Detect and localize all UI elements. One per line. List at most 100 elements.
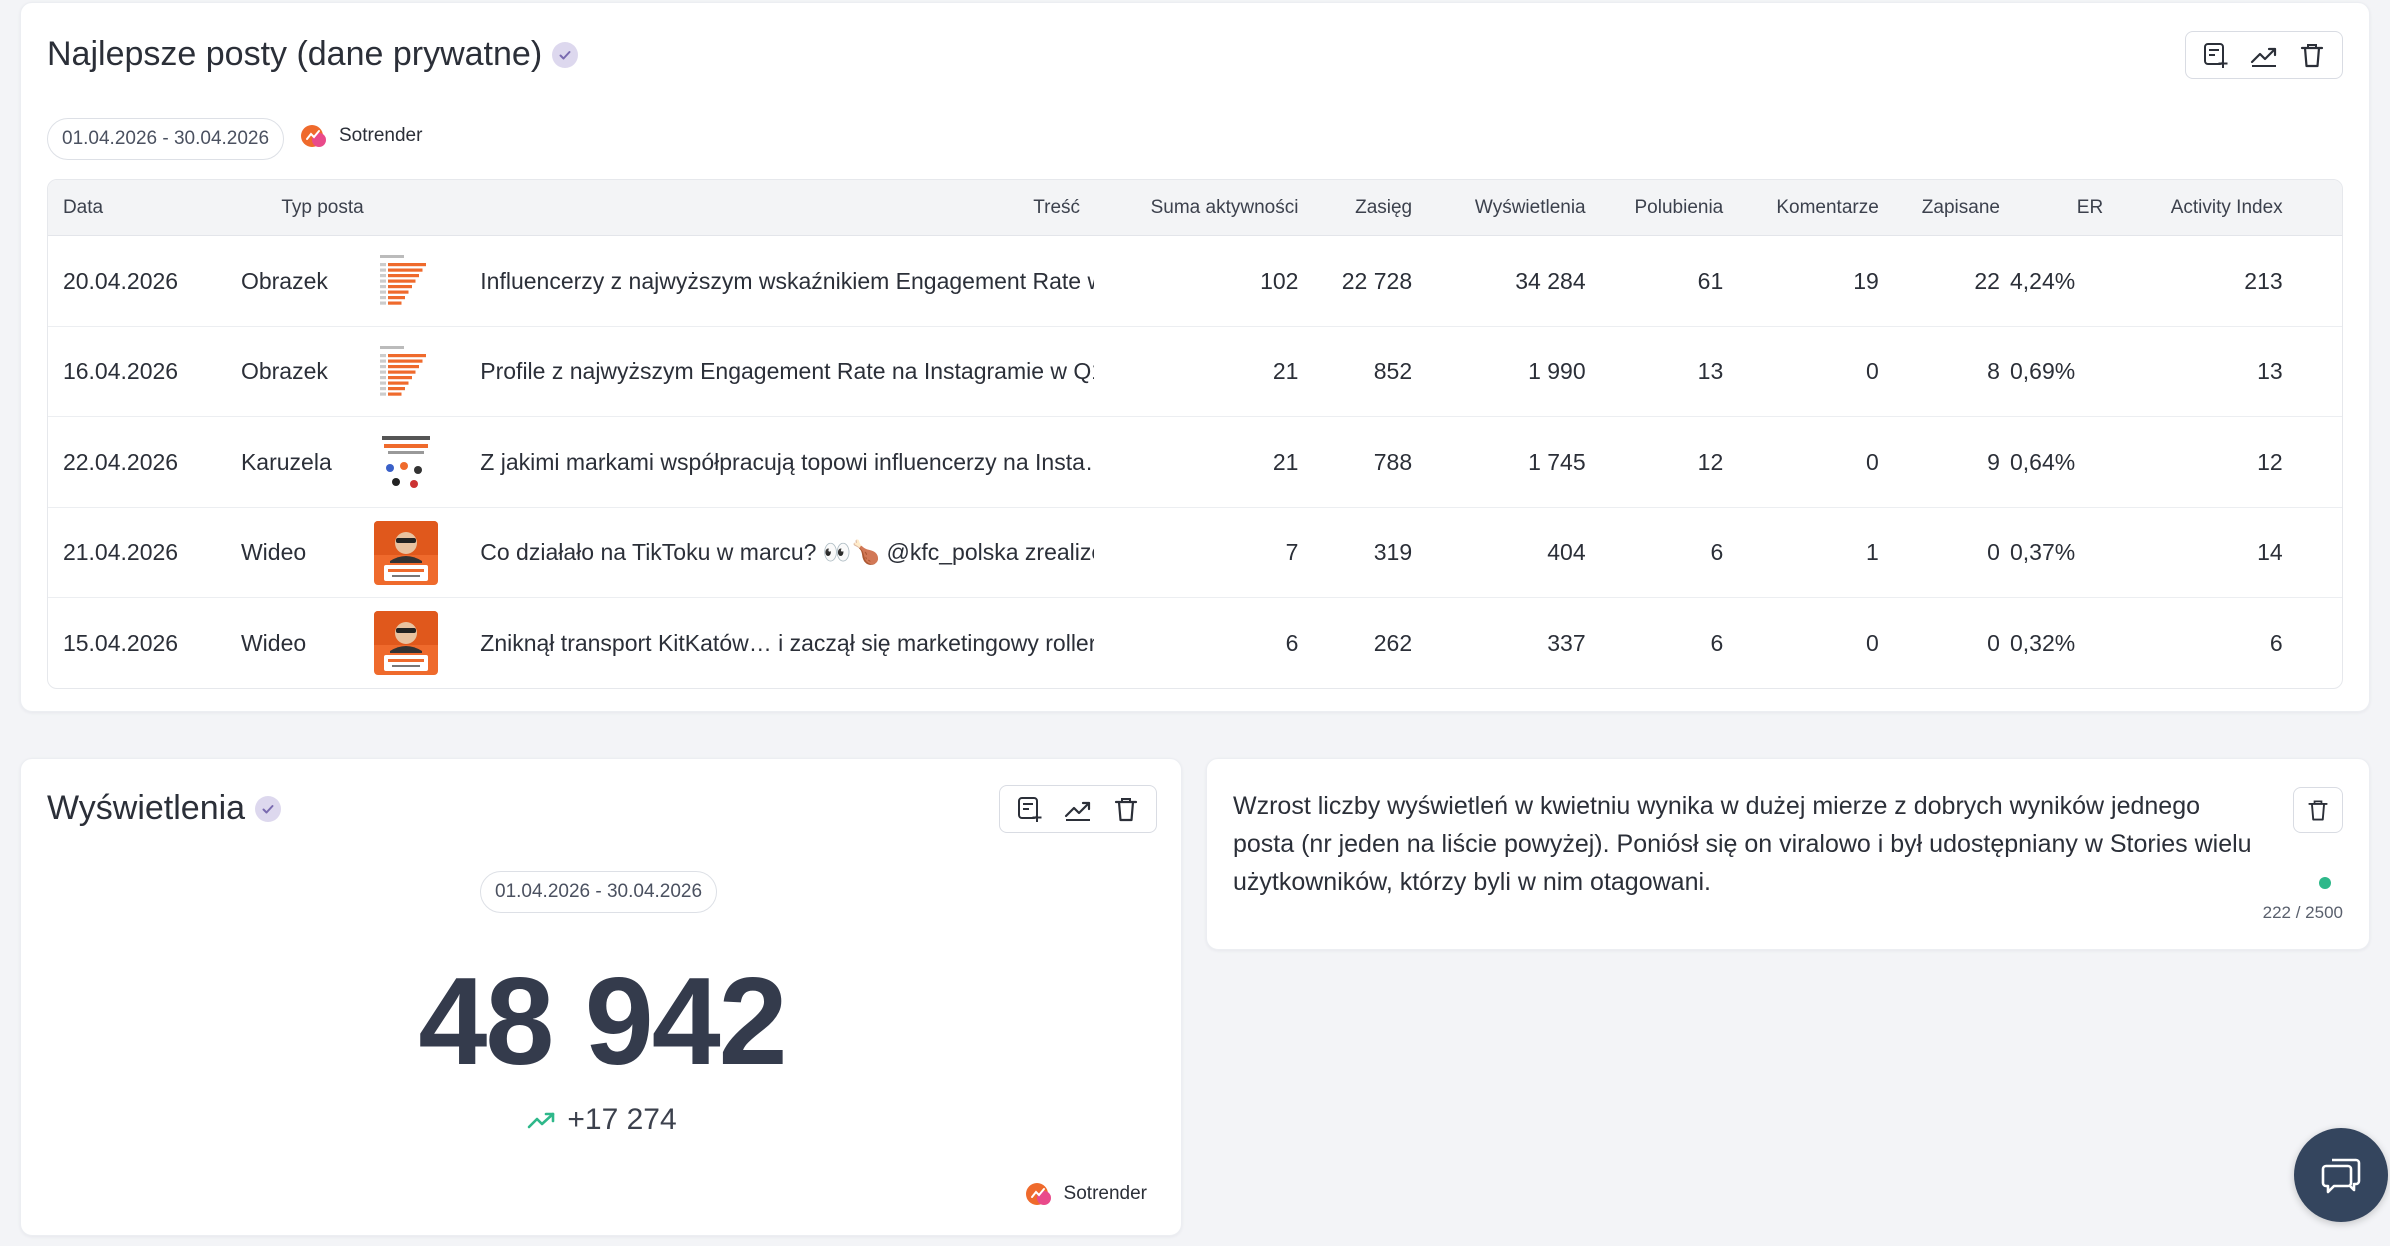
- col-comments-header[interactable]: Komentarze: [1723, 180, 1878, 236]
- col-content-header[interactable]: Treść: [886, 180, 1080, 236]
- cell-type-text: Wideo: [240, 539, 307, 565]
- cell-likes-text: 6: [1710, 539, 1724, 565]
- cell-content: Co działało na TikToku w marcu? 👀🍗 @kfc_…: [480, 508, 1093, 598]
- cell-activity-index-text: 6: [2269, 629, 2283, 656]
- trend-button[interactable]: [2240, 32, 2288, 78]
- col-views-header[interactable]: Wyświetlenia: [1412, 180, 1586, 236]
- table-row[interactable]: 15.04.2026 Wideo Zniknął transport KitKató…: [48, 598, 2342, 688]
- date-range-pill[interactable]: 01.04.2026 - 30.04.2026: [480, 871, 718, 913]
- table-row[interactable]: 20.04.2026 Obrazek Influencerzy z najwyższ…: [48, 236, 2342, 327]
- cell-content-text[interactable]: Z jakimi markami współpracują topowi inf…: [480, 449, 1093, 476]
- col-type-header[interactable]: Typ posta: [281, 180, 363, 236]
- cell-saved-text: 22: [1974, 267, 2000, 294]
- add-note-button[interactable]: [1006, 786, 1054, 832]
- col-activity-sum-header[interactable]: Suma aktywności: [1095, 180, 1299, 236]
- cell-content-text[interactable]: Zniknął transport KitKatów… i zaczął się…: [480, 630, 1093, 657]
- top-posts-toolbar: [2185, 31, 2343, 79]
- cell-saved: 0: [1879, 598, 2000, 688]
- post-thumbnail[interactable]: [374, 249, 439, 313]
- delete-button[interactable]: [1102, 786, 1150, 832]
- col-date-header[interactable]: Data: [63, 180, 103, 236]
- top-posts-title-row: Najlepsze posty (dane prywatne): [47, 35, 579, 74]
- note-text[interactable]: Wzrost liczby wyświetleń w kwietniu wyni…: [1233, 787, 2263, 901]
- cell-reach: 852: [1298, 327, 1412, 417]
- cell-saved-text: 9: [1987, 448, 2000, 475]
- top-posts-title: Najlepsze posty (dane prywatne): [47, 35, 543, 73]
- cell-thumb: [374, 327, 479, 417]
- col-reach-header[interactable]: Zasięg: [1298, 180, 1412, 236]
- cell-content: Influencerzy z najwyższym wskaźnikiem En…: [480, 236, 1093, 326]
- trend-button[interactable]: [1054, 786, 1102, 832]
- cell-reach-text: 852: [1373, 358, 1413, 384]
- cell-activity-index: 13: [2103, 327, 2283, 417]
- cell-content-text[interactable]: Influencerzy z najwyższym wskaźnikiem En…: [480, 268, 1093, 295]
- saved-status-dot: [2319, 877, 2331, 889]
- post-thumbnail[interactable]: [374, 520, 439, 585]
- cell-reach: 262: [1298, 598, 1412, 688]
- cell-comments-text: 1: [1866, 539, 1879, 565]
- cell-er: 0,32%: [2010, 598, 2113, 688]
- cell-type-text: Obrazek: [240, 267, 328, 294]
- cell-likes-text: 6: [1710, 629, 1724, 656]
- cell-saved: 8: [1879, 327, 2000, 417]
- cell-activity-sum: 21: [1095, 327, 1299, 417]
- verified-icon: [255, 795, 282, 822]
- cell-activity-sum-text: 21: [1272, 358, 1299, 384]
- cell-likes: 13: [1586, 327, 1724, 417]
- cell-views: 1 990: [1412, 327, 1586, 417]
- table-row[interactable]: 21.04.2026 Wideo Co działało na TikToku w …: [48, 508, 2342, 598]
- cell-comments-text: 19: [1853, 267, 1879, 294]
- cell-date: 16.04.2026: [63, 327, 242, 417]
- col-saved-header[interactable]: Zapisane: [1879, 180, 2000, 236]
- cell-activity-sum: 21: [1095, 417, 1299, 507]
- table-header: Data Typ posta Treść Suma aktywności Zas…: [48, 180, 2342, 236]
- cell-reach-text: 262: [1373, 629, 1413, 656]
- cell-content-text[interactable]: Co działało na TikToku w marcu? 👀🍗 @kfc_…: [480, 539, 1093, 566]
- table-row[interactable]: 22.04.2026 Karuzela Z jakimi markami współ…: [48, 417, 2342, 508]
- note-delete-button[interactable]: [2293, 787, 2343, 833]
- cell-type-text: Wideo: [240, 629, 307, 656]
- cell-activity-sum-text: 102: [1260, 267, 1299, 294]
- cell-views: 337: [1412, 598, 1586, 688]
- col-activity-index-header[interactable]: Activity Index: [2103, 180, 2283, 236]
- add-note-button[interactable]: [2192, 32, 2240, 78]
- views-toolbar: [999, 785, 1157, 833]
- cell-likes: 61: [1586, 236, 1724, 326]
- cell-likes-text: 12: [1697, 448, 1724, 475]
- cell-reach: 22 728: [1298, 236, 1412, 326]
- cell-er-text: 0,32%: [2009, 629, 2076, 656]
- cell-content-text[interactable]: Profile z najwyższym Engagement Rate na …: [480, 358, 1093, 385]
- post-thumbnail[interactable]: [374, 611, 439, 675]
- delete-button[interactable]: [2288, 32, 2336, 78]
- cell-likes-text: 13: [1697, 358, 1724, 384]
- cell-likes: 6: [1586, 508, 1724, 598]
- cell-activity-sum: 102: [1095, 236, 1298, 326]
- cell-views-text: 337: [1547, 629, 1586, 656]
- trash-icon: [1114, 798, 1138, 822]
- cell-views: 404: [1412, 508, 1585, 598]
- cell-reach-text: 22 728: [1341, 267, 1413, 294]
- trend-icon: [1064, 801, 1091, 821]
- cell-date: 21.04.2026: [63, 508, 242, 598]
- col-er-header[interactable]: ER: [2000, 180, 2103, 236]
- cell-activity-index: 213: [2103, 236, 2282, 326]
- chat-button[interactable]: [2294, 1128, 2388, 1222]
- col-likes-header[interactable]: Polubienia: [1586, 180, 1724, 236]
- table-row[interactable]: 16.04.2026 Obrazek Profile z najwyższym En…: [48, 327, 2342, 417]
- cell-activity-index: 6: [2103, 598, 2283, 688]
- cell-content: Zniknął transport KitKatów… i zaczął się…: [480, 598, 1093, 688]
- views-delta: +17 274: [21, 1103, 1183, 1137]
- cell-comments-text: 0: [1866, 629, 1879, 656]
- cell-activity-sum: 6: [1095, 598, 1299, 688]
- cell-er-text: 0,64%: [2009, 448, 2076, 475]
- cell-likes-text: 61: [1697, 267, 1724, 294]
- views-card: Wyświetlenia 01.04.2026 - 30.04.2026 48 …: [20, 758, 1182, 1236]
- post-thumbnail[interactable]: [374, 430, 439, 494]
- post-thumbnail[interactable]: [374, 339, 439, 404]
- date-range-pill[interactable]: 01.04.2026 - 30.04.2026: [47, 118, 285, 160]
- cell-activity-sum-text: 21: [1272, 448, 1299, 475]
- cell-comments: 0: [1723, 598, 1879, 688]
- cell-saved-text: 0: [1987, 539, 2000, 565]
- source-label: Sotrender: [1024, 1179, 1147, 1209]
- source-name: Sotrender: [339, 125, 423, 146]
